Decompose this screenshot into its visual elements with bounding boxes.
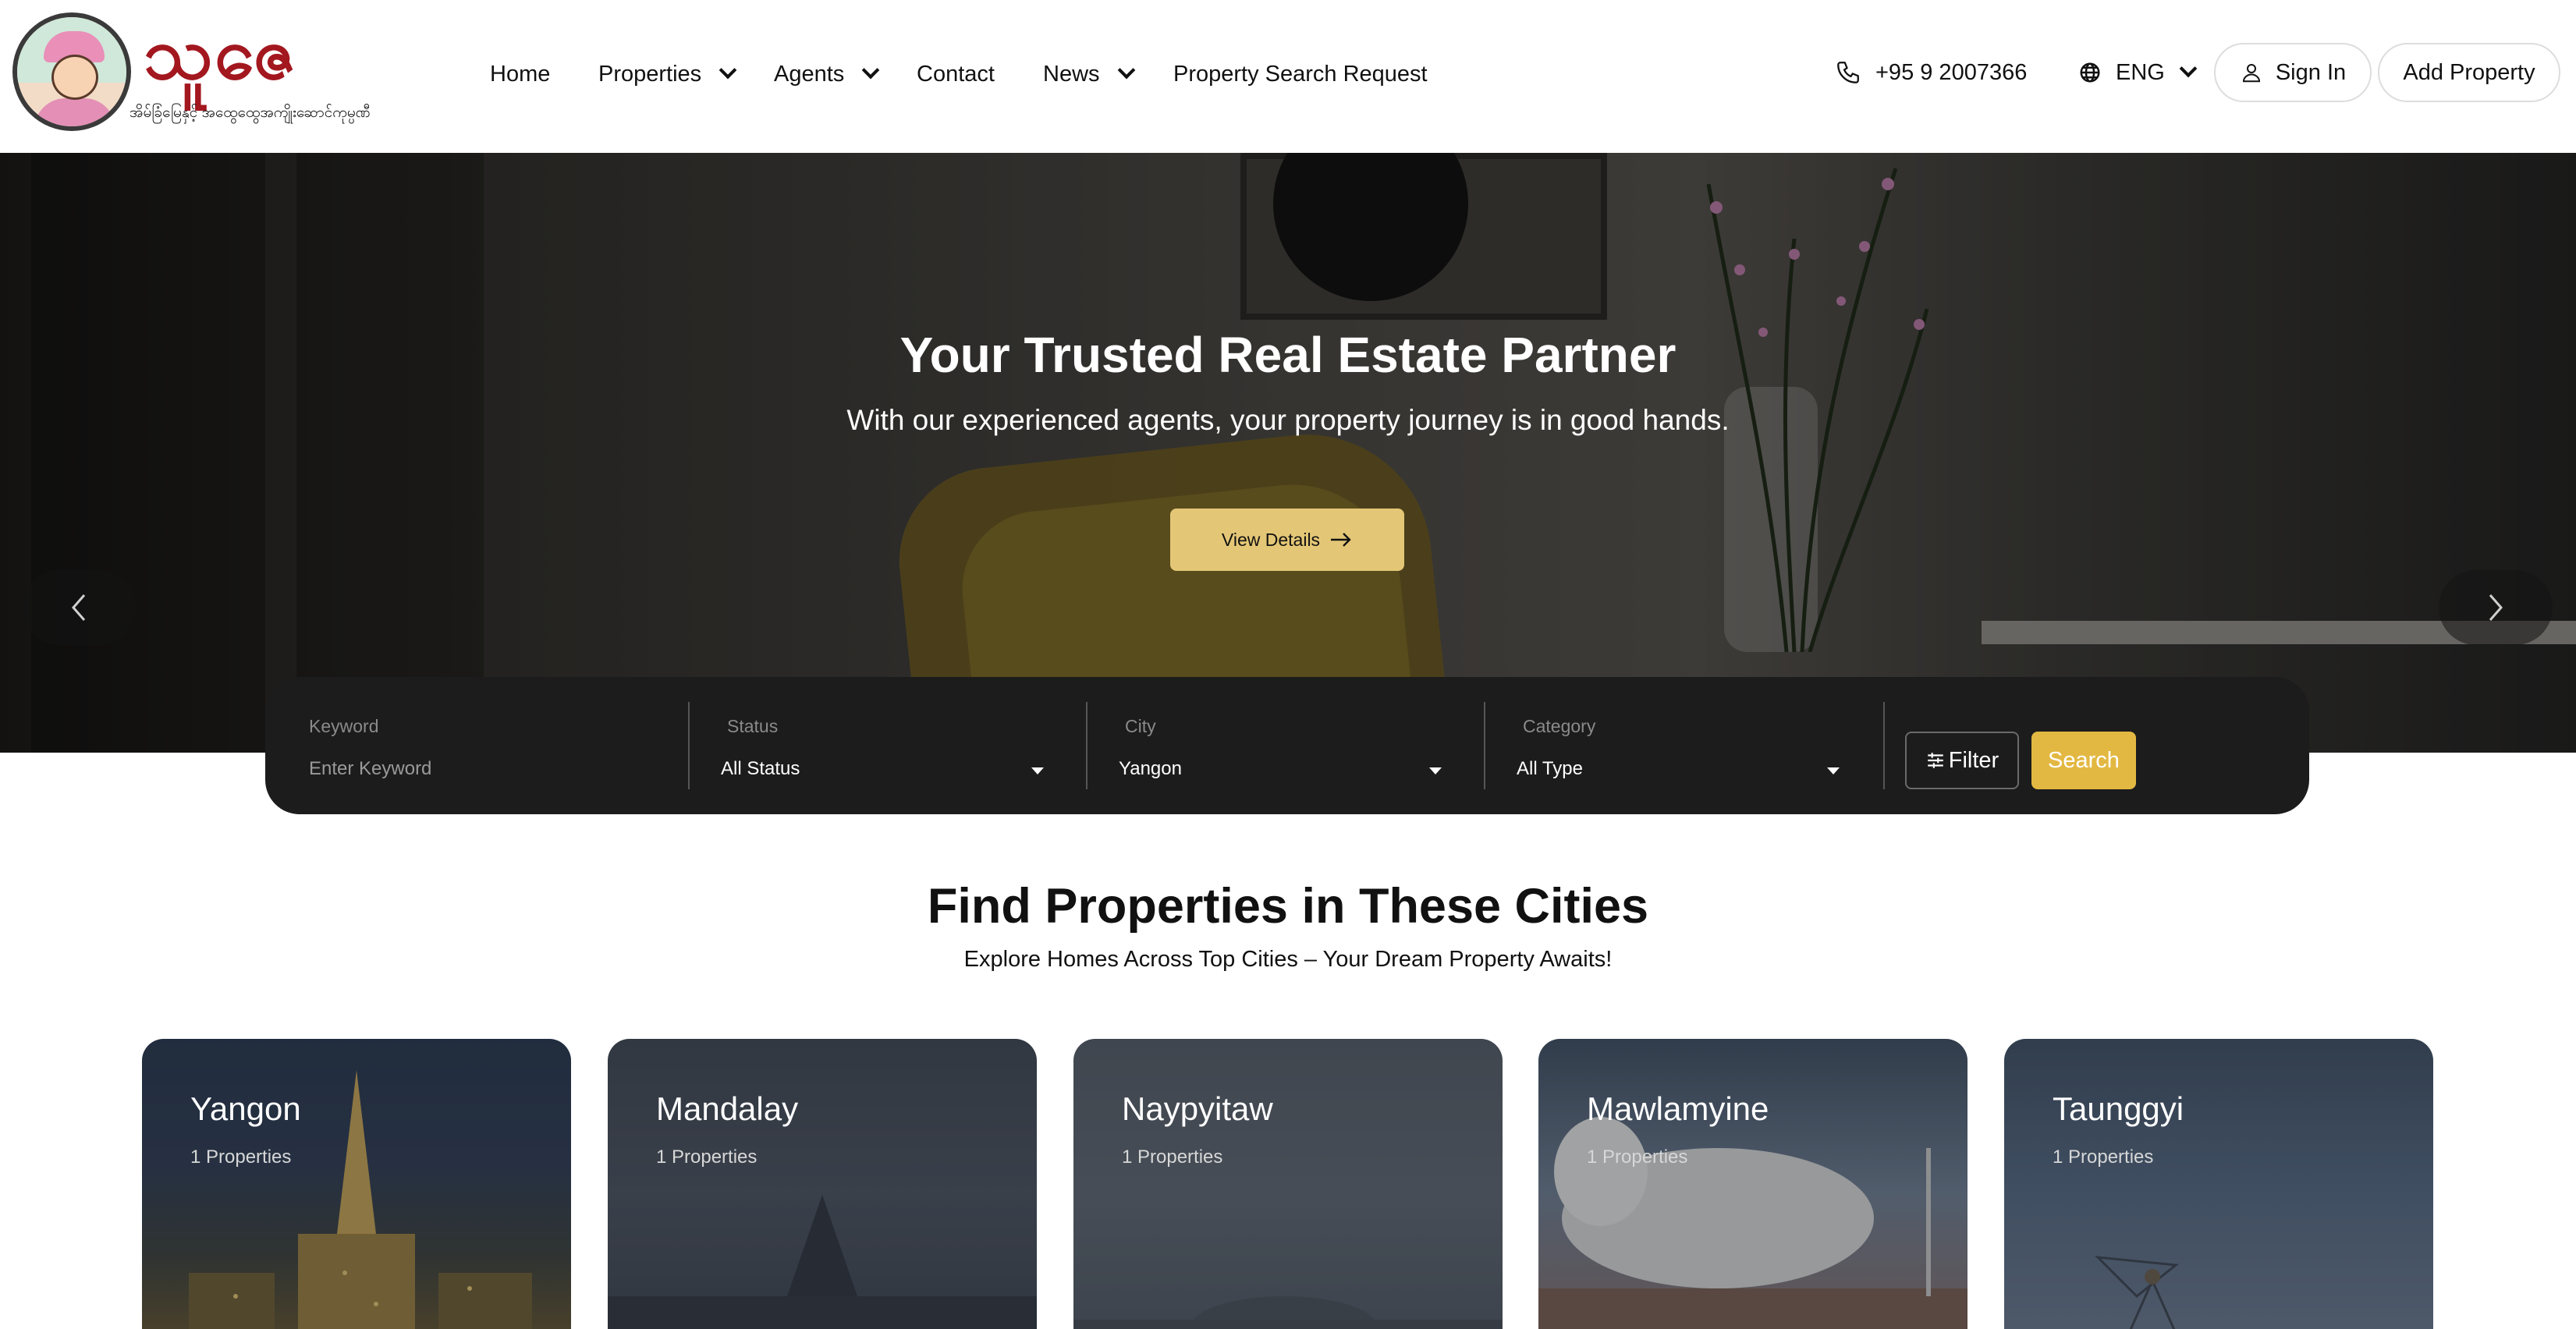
- city-name: Taunggyi: [2053, 1090, 2184, 1127]
- logo-title: သူဇေ: [144, 11, 298, 95]
- card-shade: [608, 1039, 1037, 1329]
- city-label: City: [1125, 716, 1156, 736]
- language-selector[interactable]: ENG: [2078, 55, 2198, 90]
- city-select[interactable]: City Yangon: [1119, 677, 1454, 814]
- arrow-right-icon: [1331, 533, 1351, 547]
- slider-next-button[interactable]: [2439, 570, 2553, 645]
- keyword-input[interactable]: Enter Keyword: [309, 758, 431, 780]
- city-value: Yangon: [1119, 758, 1182, 779]
- city-card-yangon[interactable]: Yangon 1 Properties: [142, 1039, 571, 1329]
- status-value: All Status: [721, 758, 800, 779]
- cities-section-subtitle: Explore Homes Across Top Cities – Your D…: [963, 947, 1613, 972]
- hero-title: Your Trusted Real Estate Partner: [899, 327, 1677, 383]
- hero-slider: [0, 153, 2576, 753]
- nav-properties[interactable]: Properties: [598, 56, 737, 92]
- category-label: Category: [1523, 716, 1596, 736]
- city-name: Yangon: [190, 1090, 301, 1127]
- category-select[interactable]: Category All Type: [1517, 677, 1852, 814]
- logo-subtitle: အိမ်ခြံမြေနှင့် အထွေထွေအကျိုးဆောင်ကုမ္ပဏ…: [130, 105, 371, 121]
- cities-section-title: Find Properties in These Cities: [927, 879, 1649, 934]
- sign-in-label: Sign In: [2275, 59, 2347, 85]
- filter-label: Filter: [1948, 747, 1999, 773]
- city-card-mandalay[interactable]: Mandalay 1 Properties: [608, 1039, 1037, 1329]
- phone-link[interactable]: +95 9 2007366: [1835, 55, 2027, 90]
- slider-prev-button[interactable]: [22, 570, 136, 645]
- city-count: 1 Properties: [2053, 1146, 2154, 1168]
- city-count: 1 Properties: [190, 1146, 292, 1168]
- sign-in-button[interactable]: Sign In: [2214, 43, 2372, 102]
- search-divider: [1086, 702, 1088, 789]
- nav-home[interactable]: Home: [490, 56, 550, 92]
- nav-news[interactable]: News: [1043, 56, 1135, 92]
- user-icon: [2242, 64, 2260, 83]
- view-details-label: View Details: [1221, 529, 1321, 550]
- city-name: Mandalay: [656, 1090, 799, 1127]
- chevron-left-icon: [72, 594, 86, 621]
- nav-properties-label: Properties: [598, 61, 702, 87]
- city-name: Naypyitaw: [1122, 1090, 1273, 1127]
- view-details-button[interactable]: View Details: [1170, 509, 1404, 571]
- card-shade: [1073, 1039, 1503, 1329]
- caret-down-icon: [1031, 767, 1044, 774]
- search-divider: [688, 702, 690, 789]
- nav-property-search-request[interactable]: Property Search Request: [1173, 56, 1428, 92]
- city-card-naypyitaw[interactable]: Naypyitaw 1 Properties: [1073, 1039, 1503, 1329]
- nav-news-label: News: [1043, 61, 1100, 87]
- nav-agents[interactable]: Agents: [774, 56, 880, 92]
- city-card-taunggyi[interactable]: Taunggyi 1 Properties: [2004, 1039, 2433, 1329]
- chevron-right-icon: [2489, 594, 2503, 621]
- nav-home-label: Home: [490, 61, 551, 87]
- search-divider: [1883, 702, 1885, 789]
- city-card-mawlamyine[interactable]: Mawlamyine 1 Properties: [1538, 1039, 1967, 1329]
- globe-icon: [2080, 62, 2100, 83]
- hero-subtitle: With our experienced agents, your proper…: [846, 404, 1730, 436]
- chevron-down-icon: [719, 61, 737, 80]
- nav-contact[interactable]: Contact: [917, 56, 995, 92]
- hero-overlay: [0, 153, 2576, 753]
- logo-avatar-image: [12, 12, 131, 131]
- keyword-label: Keyword: [309, 716, 379, 736]
- chevron-down-icon: [1117, 61, 1135, 80]
- search-button[interactable]: Search: [2031, 732, 2136, 789]
- chevron-down-icon: [861, 61, 880, 80]
- site-logo[interactable]: သူဇေ အိမ်ခြံမြေနှင့် အထွေထွေအကျိုးဆောင်က…: [12, 11, 403, 136]
- caret-down-icon: [1827, 767, 1840, 774]
- filter-button[interactable]: Filter: [1905, 732, 2019, 789]
- city-count: 1 Properties: [1122, 1146, 1223, 1168]
- chevron-down-icon: [2179, 59, 2198, 78]
- city-count: 1 Properties: [656, 1146, 758, 1168]
- phone-number: +95 9 2007366: [1875, 59, 2028, 85]
- nav-agents-label: Agents: [774, 61, 845, 87]
- card-shade: [142, 1039, 571, 1329]
- add-property-label: Add Property: [2403, 59, 2535, 85]
- search-divider: [1484, 702, 1485, 789]
- sliders-icon: [1928, 753, 1943, 768]
- city-name: Mawlamyine: [1587, 1090, 1769, 1127]
- card-shade: [1538, 1039, 1967, 1329]
- nav-property-search-request-label: Property Search Request: [1173, 61, 1428, 87]
- nav-contact-label: Contact: [917, 61, 995, 87]
- city-count: 1 Properties: [1587, 1146, 1688, 1168]
- search-label: Search: [2048, 747, 2120, 773]
- add-property-button[interactable]: Add Property: [2378, 43, 2560, 102]
- category-value: All Type: [1517, 758, 1583, 779]
- keyword-field[interactable]: Keyword Enter Keyword: [309, 677, 683, 814]
- language-label: ENG: [2116, 59, 2165, 85]
- caret-down-icon: [1429, 767, 1442, 774]
- phone-icon: [1837, 62, 1859, 83]
- site-header: သူဇေ အိမ်ခြံမြေနှင့် အထွေထွေအကျိုးဆောင်က…: [0, 0, 2576, 153]
- status-label: Status: [727, 716, 779, 736]
- card-shade: [2004, 1039, 2433, 1329]
- status-select[interactable]: Status All Status: [721, 677, 1056, 814]
